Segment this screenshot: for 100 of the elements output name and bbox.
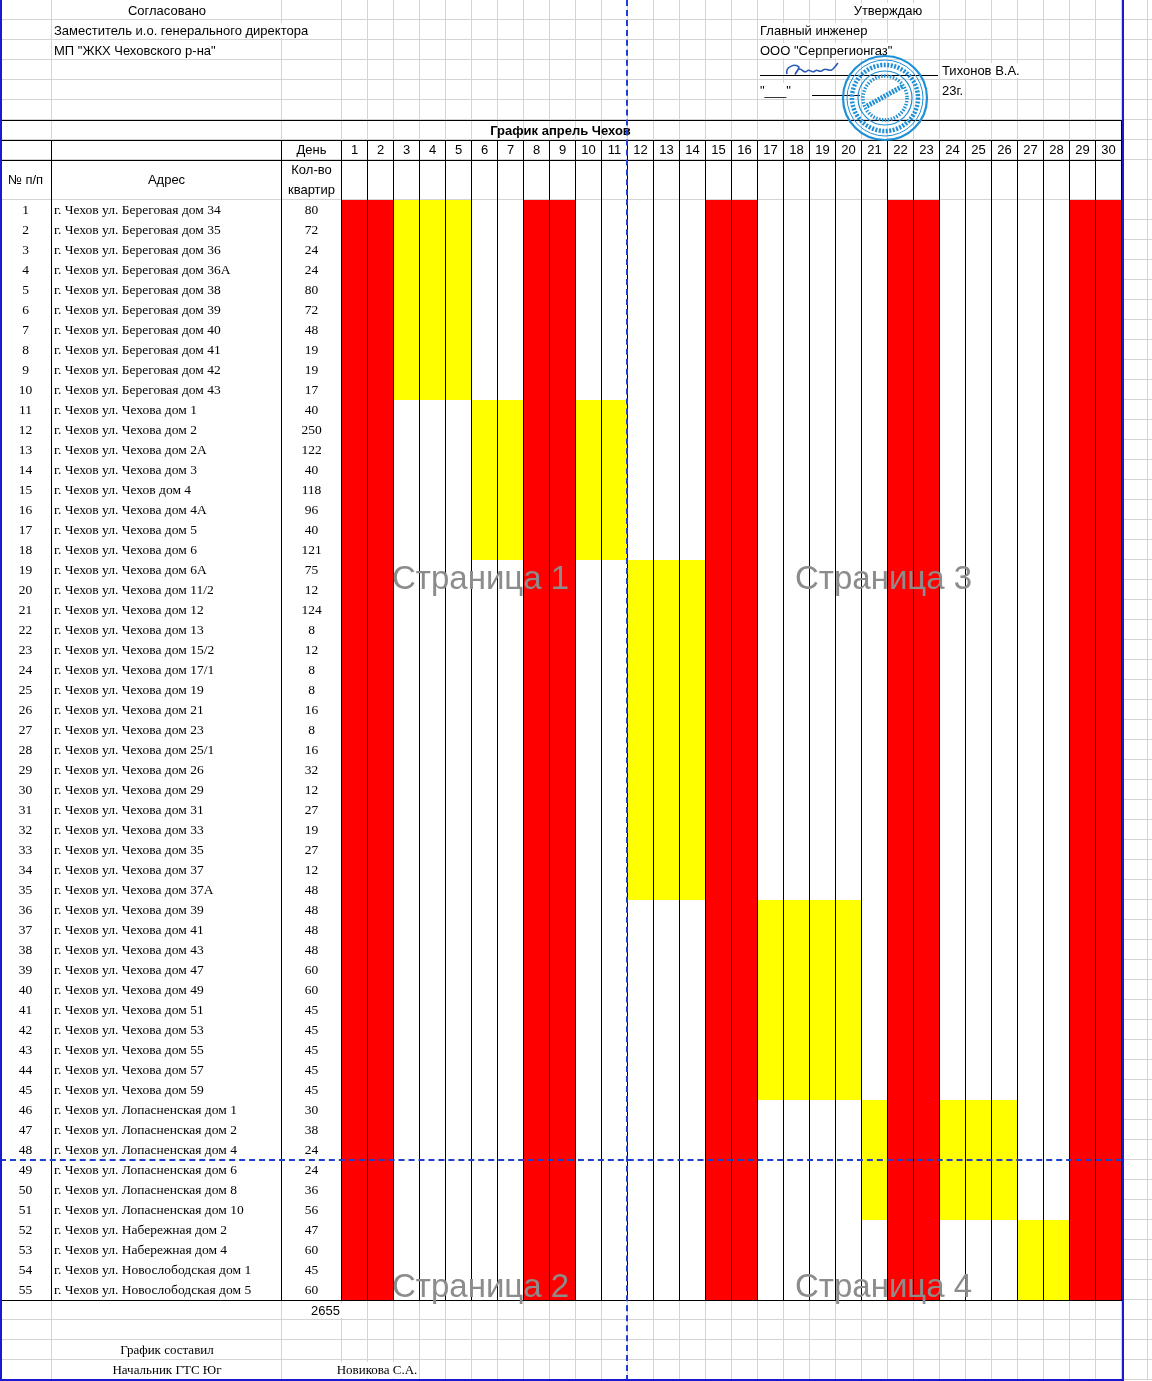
- address-cell: г. Чехов ул. Чехова дом 43: [52, 940, 282, 961]
- apartment-count: 48: [282, 920, 342, 941]
- address-cell: г. Чехов ул. Береговая дом 34: [52, 200, 282, 221]
- apartment-count: 48: [282, 320, 342, 341]
- address-cell: г. Чехов ул. Чехова дом 15/2: [52, 640, 282, 661]
- apartment-count: 118: [282, 480, 342, 501]
- apartment-count: 60: [282, 980, 342, 1001]
- address-cell: г. Чехов ул. Новослободская дом 5: [52, 1280, 282, 1301]
- apartment-count: 8: [282, 620, 342, 641]
- address-cell: г. Чехов ул. Береговая дом 38: [52, 280, 282, 301]
- apartment-count: 45: [282, 1080, 342, 1101]
- row-number: 55: [0, 1280, 52, 1301]
- apartment-count: 24: [282, 260, 342, 281]
- apartment-count: 45: [282, 1040, 342, 1061]
- address-cell: г. Чехов ул. Лопасненская дом 1: [52, 1100, 282, 1121]
- address-cell: г. Чехов ул. Чехова дом 3: [52, 460, 282, 481]
- apartment-count: 38: [282, 1120, 342, 1141]
- apartment-count: 16: [282, 700, 342, 721]
- apartment-count: 32: [282, 760, 342, 781]
- address-cell: г. Чехов ул. Новослободская дом 1: [52, 1260, 282, 1281]
- apartment-count: 60: [282, 960, 342, 981]
- address-cell: г. Чехов ул. Чехова дом 6А: [52, 560, 282, 581]
- address-cell: г. Чехов ул. Чехова дом 21: [52, 700, 282, 721]
- address-cell: г. Чехов ул. Чехова дом 1: [52, 400, 282, 421]
- address-cell: г. Чехов ул. Чехова дом 55: [52, 1040, 282, 1061]
- apartment-count: 45: [282, 1260, 342, 1281]
- address-cell: г. Чехов ул. Чехова дом 31: [52, 800, 282, 821]
- apartment-count: 19: [282, 360, 342, 381]
- address-cell: г. Чехов ул. Чехов дом 4: [52, 480, 282, 501]
- address-cell: г. Чехов ул. Береговая дом 36А: [52, 260, 282, 281]
- apartment-count: 60: [282, 1240, 342, 1261]
- address-cell: г. Чехов ул. Береговая дом 39: [52, 300, 282, 321]
- apartment-count: 48: [282, 880, 342, 901]
- address-cell: г. Чехов ул. Набережная дом 2: [52, 1220, 282, 1241]
- address-cell: г. Чехов ул. Чехова дом 39: [52, 900, 282, 921]
- address-cell: г. Чехов ул. Чехова дом 26: [52, 760, 282, 781]
- apartment-count: 36: [282, 1180, 342, 1201]
- address-cell: г. Чехов ул. Чехова дом 11/2: [52, 580, 282, 601]
- apartment-count: 48: [282, 940, 342, 961]
- apartment-count: 121: [282, 540, 342, 561]
- apartment-count: 250: [282, 420, 342, 441]
- address-cell: г. Чехов ул. Чехова дом 4А: [52, 500, 282, 521]
- apartment-count: 12: [282, 860, 342, 881]
- address-cell: г. Чехов ул. Чехова дом 6: [52, 540, 282, 561]
- apartment-count: 19: [282, 820, 342, 841]
- signer-name: Тихонов В.А.: [940, 62, 1022, 78]
- address-cell: г. Чехов ул. Чехова дом 5: [52, 520, 282, 541]
- apartment-count: 40: [282, 520, 342, 541]
- address-cell: г. Чехов ул. Лопасненская дом 2: [52, 1120, 282, 1141]
- address-cell: г. Чехов ул. Чехова дом 59: [52, 1080, 282, 1101]
- apartment-count: 45: [282, 1000, 342, 1021]
- apartment-count: 96: [282, 500, 342, 521]
- apartment-count: 8: [282, 660, 342, 681]
- address-cell: г. Чехов ул. Чехова дом 35: [52, 840, 282, 861]
- apartment-count: 47: [282, 1220, 342, 1241]
- apartment-count: 72: [282, 300, 342, 321]
- address-cell: г. Чехов ул. Чехова дом 19: [52, 680, 282, 701]
- address-cell: г. Чехов ул. Береговая дом 40: [52, 320, 282, 341]
- apartment-count: 19: [282, 340, 342, 361]
- apartment-count: 80: [282, 200, 342, 221]
- apartment-count: 80: [282, 280, 342, 301]
- address-cell: г. Чехов ул. Лопасненская дом 4: [52, 1140, 282, 1161]
- apartment-count: 72: [282, 220, 342, 241]
- address-cell: г. Чехов ул. Береговая дом 41: [52, 340, 282, 361]
- apartment-count: 48: [282, 900, 342, 921]
- apartment-count: 40: [282, 400, 342, 421]
- apartment-count: 8: [282, 680, 342, 701]
- apartment-count: 60: [282, 1280, 342, 1301]
- address-cell: г. Чехов ул. Береговая дом 42: [52, 360, 282, 381]
- approval-heading: Утверждаю: [851, 2, 925, 18]
- address-cell: г. Чехов ул. Береговая дом 43: [52, 380, 282, 401]
- apartment-count: 16: [282, 740, 342, 761]
- address-cell: г. Чехов ул. Чехова дом 37: [52, 860, 282, 881]
- address-cell: г. Чехов ул. Лопасненская дом 8: [52, 1180, 282, 1201]
- apartment-count: 45: [282, 1060, 342, 1081]
- apartment-count: 122: [282, 440, 342, 461]
- apartment-count: 124: [282, 600, 342, 621]
- apartment-count: 27: [282, 800, 342, 821]
- apartment-count: 17: [282, 380, 342, 401]
- address-cell: г. Чехов ул. Береговая дом 36: [52, 240, 282, 261]
- address-cell: г. Чехов ул. Чехова дом 2: [52, 420, 282, 441]
- address-cell: г. Чехов ул. Чехова дом 41: [52, 920, 282, 941]
- address-cell: г. Чехов ул. Чехова дом 37А: [52, 880, 282, 901]
- apartment-count: 75: [282, 560, 342, 581]
- address-cell: г. Чехов ул. Чехова дом 49: [52, 980, 282, 1001]
- total-count: 2655: [309, 1302, 342, 1318]
- address-cell: г. Чехов ул. Чехова дом 47: [52, 960, 282, 981]
- address-cell: г. Чехов ул. Чехова дом 25/1: [52, 740, 282, 761]
- apartment-count: 56: [282, 1200, 342, 1221]
- signer-name: Новикова С.А.: [334, 1362, 420, 1378]
- apartment-count: 45: [282, 1020, 342, 1041]
- address-cell: г. Чехов ул. Чехова дом 23: [52, 720, 282, 741]
- apartment-count: 12: [282, 580, 342, 601]
- address-cell: г. Чехов ул. Чехова дом 13: [52, 620, 282, 641]
- address-cell: г. Чехов ул. Береговая дом 35: [52, 220, 282, 241]
- address-cell: г. Чехов ул. Чехова дом 12: [52, 600, 282, 621]
- address-cell: г. Чехов ул. Чехова дом 29: [52, 780, 282, 801]
- apartment-count: 24: [282, 1140, 342, 1161]
- compiled-by-label: График составил: [118, 1342, 216, 1358]
- address-cell: г. Чехов ул. Набережная дом 4: [52, 1240, 282, 1261]
